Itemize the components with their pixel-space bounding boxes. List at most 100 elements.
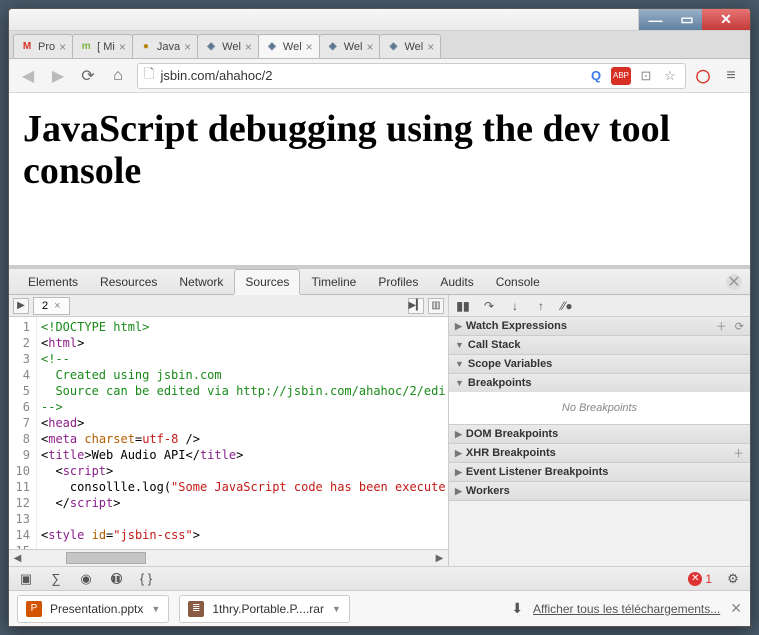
forward-button[interactable]: ▶ bbox=[47, 65, 69, 87]
scroll-left-arrow[interactable]: ◀ bbox=[9, 550, 26, 566]
browser-tab[interactable]: ◈Wel× bbox=[197, 34, 259, 58]
scroll-thumb[interactable] bbox=[66, 552, 146, 564]
tab-favicon: ◈ bbox=[204, 40, 218, 54]
tab-close-icon[interactable]: × bbox=[427, 40, 434, 54]
devtools-tab-audits[interactable]: Audits bbox=[429, 269, 484, 294]
home-button[interactable]: ⌂ bbox=[107, 65, 129, 87]
download-item[interactable]: ≣1thry.Portable.P....rar▼ bbox=[179, 595, 350, 623]
navigator-toggle-button[interactable]: ▶ bbox=[13, 298, 29, 314]
search-provider-icon[interactable]: Q bbox=[587, 67, 605, 85]
step-out-button[interactable]: ↑ bbox=[533, 298, 549, 314]
chrome-menu-button[interactable]: ≡ bbox=[720, 65, 742, 87]
tab-close-icon[interactable]: × bbox=[59, 40, 66, 54]
browser-tab[interactable]: m[ Mi× bbox=[72, 34, 133, 58]
tab-label: Wel bbox=[283, 41, 302, 53]
section-header[interactable]: ▶Workers bbox=[449, 482, 750, 500]
back-button[interactable]: ◀ bbox=[17, 65, 39, 87]
file-type-icon: ≣ bbox=[188, 601, 204, 617]
tab-close-icon[interactable]: × bbox=[366, 40, 373, 54]
extension-icon[interactable]: ◯ bbox=[694, 67, 712, 85]
tab-label: Java bbox=[157, 41, 180, 53]
devtools-tab-sources[interactable]: Sources bbox=[234, 269, 300, 294]
window-maximize-button[interactable]: ▭ bbox=[672, 9, 702, 30]
address-bar[interactable]: 🗋 jsbin.com/ahahoc/2 Q ABP ⊡ ☆ bbox=[137, 63, 686, 89]
pretty-print-button[interactable]: { } bbox=[137, 570, 155, 588]
section-header[interactable]: ▼Breakpoints bbox=[449, 374, 750, 392]
tab-label: Wel bbox=[344, 41, 363, 53]
section-label: Watch Expressions bbox=[466, 320, 567, 332]
settings-gear-icon[interactable]: ⚙ bbox=[724, 570, 742, 588]
code-editor[interactable]: 1 2 3 4 5 6 7 8 9 10 11 12 13 14 15 16 <… bbox=[9, 317, 448, 549]
download-item[interactable]: P Presentation.pptx ▼ bbox=[17, 595, 169, 623]
section-call-stack: ▼Call Stack bbox=[449, 336, 750, 355]
download-menu-caret-icon[interactable]: ▼ bbox=[151, 604, 160, 614]
tab-favicon: ● bbox=[139, 40, 153, 54]
scroll-track[interactable] bbox=[26, 550, 431, 566]
devtools-tab-profiles[interactable]: Profiles bbox=[367, 269, 429, 294]
tab-label: Wel bbox=[404, 41, 423, 53]
file-type-icon: P bbox=[26, 601, 42, 617]
browser-tab[interactable]: ◈Wel× bbox=[379, 34, 441, 58]
section-xhr-breakpoints: ▶XHR Breakpoints＋ bbox=[449, 444, 750, 463]
browser-tab[interactable]: ◈Wel× bbox=[319, 34, 381, 58]
tab-close-icon[interactable]: × bbox=[306, 40, 313, 54]
section-event-listener-breakpoints: ▶Event Listener Breakpoints bbox=[449, 463, 750, 482]
devtools-tab-console[interactable]: Console bbox=[485, 269, 551, 294]
downloads-bar-close-button[interactable]: ✕ bbox=[730, 600, 742, 617]
devtools-close-button[interactable]: ✕ bbox=[726, 274, 742, 290]
error-indicator[interactable]: ✕ 1 bbox=[688, 572, 712, 586]
horizontal-scrollbar[interactable]: ◀ ▶ bbox=[9, 549, 448, 566]
window-minimize-button[interactable]: — bbox=[638, 9, 672, 30]
deactivate-breakpoints-button[interactable]: ⁄⁄● bbox=[559, 298, 575, 314]
browser-tab[interactable]: MPro× bbox=[13, 34, 73, 58]
bookmark-outline-icon[interactable]: ⊡ bbox=[637, 67, 655, 85]
close-file-icon[interactable]: × bbox=[54, 300, 60, 312]
devtools-tabstrip: ElementsResourcesNetworkSourcesTimelineP… bbox=[9, 269, 750, 295]
step-into-button[interactable]: ↓ bbox=[507, 298, 523, 314]
run-snippet-button[interactable]: ▶▎ bbox=[408, 298, 424, 314]
download-menu-caret-icon[interactable]: ▼ bbox=[332, 604, 341, 614]
section-header[interactable]: ▶XHR Breakpoints＋ bbox=[449, 444, 750, 462]
devtools-tab-elements[interactable]: Elements bbox=[17, 269, 89, 294]
page-viewport: JavaScript debugging using the dev tool … bbox=[9, 93, 750, 265]
element-picker-button[interactable]: ◉ bbox=[77, 570, 95, 588]
source-file-tabs: ▶ 2 × ▶▎ ▥ bbox=[9, 295, 448, 317]
tab-close-icon[interactable]: × bbox=[184, 40, 191, 54]
source-file-tab[interactable]: 2 × bbox=[33, 297, 70, 315]
tab-close-icon[interactable]: × bbox=[245, 40, 252, 54]
dock-button[interactable]: ▣ bbox=[17, 570, 35, 588]
scroll-right-arrow[interactable]: ▶ bbox=[431, 550, 448, 566]
adblock-icon[interactable]: ABP bbox=[611, 67, 631, 85]
pause-on-exceptions-button[interactable]: ▮▮ bbox=[107, 570, 125, 588]
show-all-downloads-link[interactable]: Afficher tous les téléchargements... bbox=[533, 602, 720, 616]
step-over-button[interactable]: ↷ bbox=[481, 298, 497, 314]
bookmark-star-icon[interactable]: ☆ bbox=[661, 67, 679, 85]
line-gutter: 1 2 3 4 5 6 7 8 9 10 11 12 13 14 15 16 bbox=[9, 317, 37, 549]
download-filename: Presentation.pptx bbox=[50, 602, 143, 616]
pause-button[interactable]: ▮▮ bbox=[455, 298, 471, 314]
tab-close-icon[interactable]: × bbox=[119, 40, 126, 54]
devtools-tab-resources[interactable]: Resources bbox=[89, 269, 168, 294]
devtools-statusbar: ▣ ∑ ◉ ▮▮ { } ✕ 1 ⚙ bbox=[9, 566, 750, 590]
devtools-tab-timeline[interactable]: Timeline bbox=[300, 269, 367, 294]
window-close-button[interactable]: ✕ bbox=[702, 9, 750, 30]
add-icon[interactable]: ＋ bbox=[733, 445, 744, 461]
section-header[interactable]: ▶DOM Breakpoints bbox=[449, 425, 750, 443]
section-label: Scope Variables bbox=[468, 358, 552, 370]
refresh-icon[interactable]: ⟳ bbox=[735, 320, 744, 333]
browser-tab[interactable]: ● Java × bbox=[132, 34, 198, 58]
debugger-toggle-button[interactable]: ▥ bbox=[428, 298, 444, 314]
section-header[interactable]: ▼Scope Variables bbox=[449, 355, 750, 373]
add-icon[interactable]: ＋ bbox=[716, 318, 727, 334]
disclosure-triangle-icon: ▶ bbox=[455, 321, 462, 332]
browser-tab[interactable]: ◈Wel× bbox=[258, 34, 320, 58]
debugger-sidebar: ▮▮ ↷ ↓ ↑ ⁄⁄● ▶ Watch Expressions ＋ ⟳ ▼Call S… bbox=[449, 295, 750, 566]
section-scope-variables: ▼Scope Variables bbox=[449, 355, 750, 374]
section-header[interactable]: ▼Call Stack bbox=[449, 336, 750, 354]
console-toggle-button[interactable]: ∑ bbox=[47, 570, 65, 588]
devtools-tab-network[interactable]: Network bbox=[168, 269, 234, 294]
reload-button[interactable]: ⟳ bbox=[77, 65, 99, 87]
section-header[interactable]: ▶ Watch Expressions ＋ ⟳ bbox=[449, 317, 750, 335]
section-label: DOM Breakpoints bbox=[466, 428, 558, 440]
section-header[interactable]: ▶Event Listener Breakpoints bbox=[449, 463, 750, 481]
